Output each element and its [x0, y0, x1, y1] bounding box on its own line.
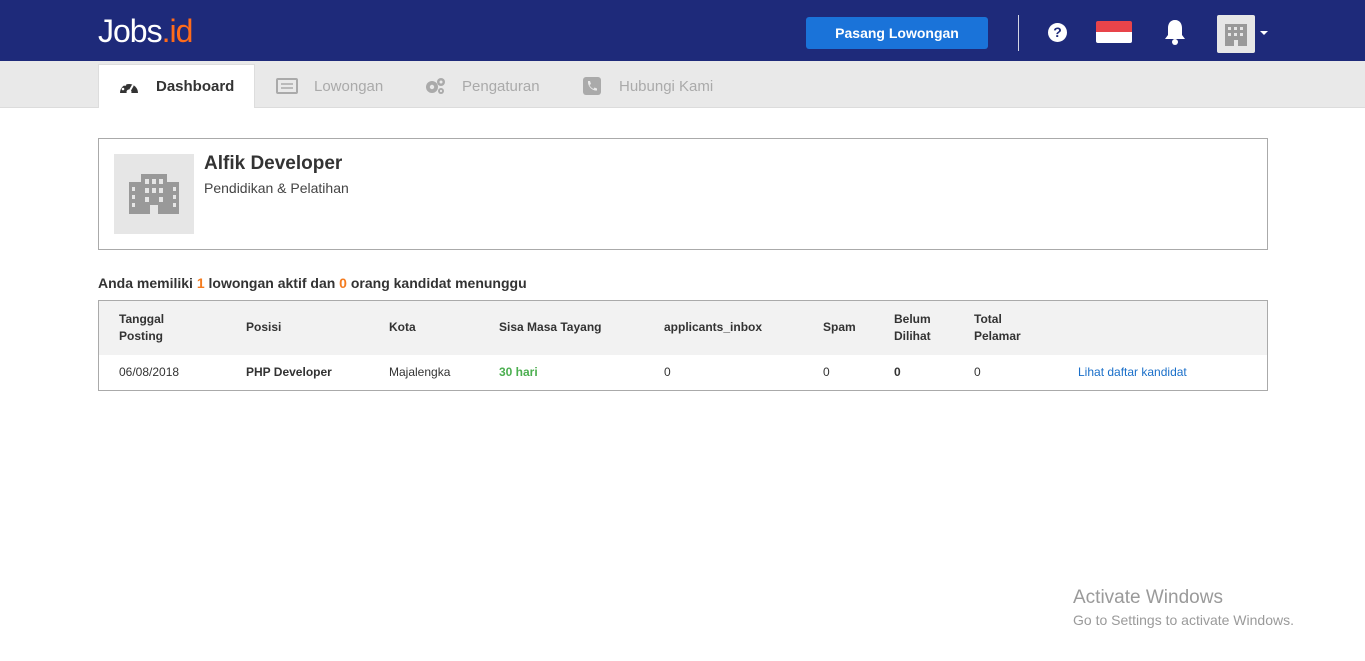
- company-avatar-button[interactable]: [1217, 15, 1255, 53]
- jobsid-logo[interactable]: Jobs.id: [98, 13, 193, 50]
- col-spam: Spam: [823, 320, 856, 334]
- dashboard-icon: [120, 80, 138, 94]
- cell-tanggal: 06/08/2018: [119, 365, 180, 379]
- list-icon: [276, 78, 298, 94]
- chevron-down-icon[interactable]: [1260, 31, 1268, 35]
- cell-belum-dilihat: 0: [894, 365, 901, 379]
- bell-icon[interactable]: [1162, 18, 1188, 46]
- col-applicants-inbox: applicants_inbox: [664, 320, 763, 334]
- table-header: Tanggal Posting Posisi Kota Sisa Masa Ta…: [99, 301, 1267, 355]
- tab-bar: Dashboard Lowongan Pengaturan Hubungi Ka…: [0, 61, 1365, 108]
- tab-pengaturan[interactable]: Pengaturan: [424, 64, 540, 108]
- col-posisi: Posisi: [246, 320, 282, 334]
- activate-windows-title: Activate Windows: [1073, 587, 1223, 608]
- col-total-line1: Total: [974, 312, 1002, 326]
- summary-prefix: Anda memiliki: [98, 275, 197, 291]
- tab-dashboard[interactable]: Dashboard: [98, 64, 255, 108]
- tab-hubungi-kami-label: Hubungi Kami: [619, 77, 714, 95]
- lihat-daftar-kandidat-link[interactable]: Lihat daftar kandidat: [1078, 365, 1187, 379]
- company-name: Alfik Developer: [204, 153, 343, 174]
- company-card: Alfik Developer Pendidikan & Pelatihan: [98, 138, 1268, 250]
- waiting-candidates-count: 0: [339, 275, 347, 291]
- summary-middle: lowongan aktif dan: [204, 275, 340, 291]
- company-industry: Pendidikan & Pelatihan: [204, 180, 349, 196]
- jobs-table: Tanggal Posting Posisi Kota Sisa Masa Ta…: [98, 300, 1268, 391]
- company-logo: [114, 154, 194, 234]
- col-tanggal-line1: Tanggal: [119, 312, 165, 326]
- logo-suffix: id: [169, 13, 193, 49]
- cell-total-pelamar: 0: [974, 365, 981, 379]
- indonesia-flag-icon[interactable]: [1096, 21, 1132, 43]
- help-icon[interactable]: ?: [1048, 23, 1067, 42]
- summary-suffix: orang kandidat menunggu: [346, 275, 527, 291]
- cell-posisi: PHP Developer: [246, 365, 332, 379]
- col-total-line2: Pelamar: [974, 329, 1021, 343]
- tab-lowongan-label: Lowongan: [314, 77, 384, 95]
- logo-main: Jobs: [98, 13, 163, 49]
- activate-windows-subtitle: Go to Settings to activate Windows.: [1073, 612, 1294, 628]
- gears-icon: [426, 78, 445, 94]
- col-belum-dilihat: Belum Dilihat: [894, 311, 931, 345]
- tab-pengaturan-label: Pengaturan: [462, 77, 540, 95]
- cell-kota: Majalengka: [389, 365, 451, 379]
- top-navbar: Jobs.id Pasang Lowongan ?: [0, 0, 1365, 61]
- col-belum-line1: Belum: [894, 312, 931, 326]
- col-kota: Kota: [389, 320, 416, 334]
- col-tanggal-line2: Posting: [119, 329, 163, 343]
- col-total-pelamar: Total Pelamar: [974, 311, 1021, 345]
- cell-sisa-masa-tayang: 30 hari: [499, 365, 538, 379]
- active-jobs-count: 1: [196, 275, 205, 291]
- header-divider: [1018, 15, 1019, 51]
- col-tanggal-posting: Tanggal Posting: [119, 311, 164, 345]
- tab-dashboard-label: Dashboard: [156, 78, 235, 95]
- col-sisa-masa-tayang: Sisa Masa Tayang: [499, 320, 602, 334]
- cell-applicants-inbox: 0: [664, 365, 671, 379]
- jobs-summary: Anda memiliki 1 lowongan aktif dan 0 ora…: [98, 275, 527, 291]
- cell-spam: 0: [823, 365, 830, 379]
- building-icon: [129, 174, 179, 214]
- pasang-lowongan-button[interactable]: Pasang Lowongan: [806, 17, 988, 49]
- tab-lowongan[interactable]: Lowongan: [276, 64, 383, 108]
- col-belum-line2: Dilihat: [894, 329, 931, 343]
- phone-icon: [583, 77, 601, 95]
- tab-hubungi-kami[interactable]: Hubungi Kami: [581, 64, 713, 108]
- building-icon: [1225, 24, 1247, 46]
